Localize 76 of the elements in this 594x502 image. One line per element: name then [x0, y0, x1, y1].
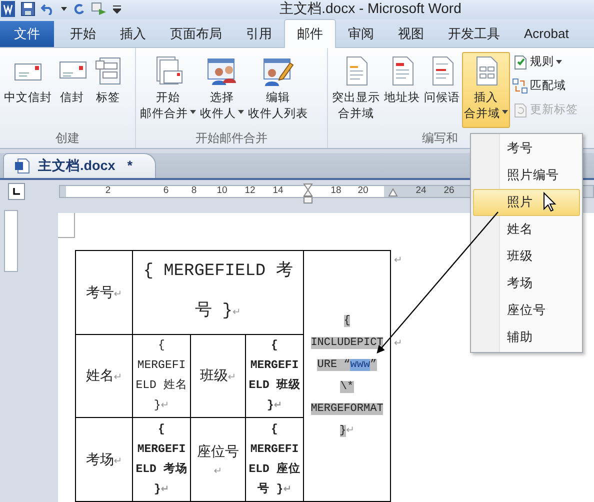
indent-marker-icon[interactable] — [388, 187, 398, 198]
refresh-icon — [512, 102, 528, 118]
ribbon-tab[interactable]: 开发工具 — [436, 20, 512, 47]
ribbon-button[interactable]: 编辑 收件人列表 — [246, 52, 310, 128]
menu-item[interactable]: 照片 — [473, 189, 580, 216]
ribbon-button[interactable]: 规则 — [512, 52, 578, 72]
tab-stop-icon — [13, 188, 20, 196]
ribbon-button[interactable]: 插入 合并域 — [462, 52, 510, 128]
table-cell: { MERGEFIELD 考场 }↵ — [133, 418, 191, 502]
ribbon-button[interactable]: 选择 收件人 — [198, 52, 246, 128]
app-icon[interactable] — [1, 1, 15, 18]
table-cell: 班级↵ — [191, 335, 246, 418]
ribbon-button[interactable]: 信封 — [54, 52, 90, 128]
ribbon-button[interactable]: 突出显示 合并域 — [330, 52, 382, 128]
table-cell: { MERGEFIELD 班级 }↵ — [246, 335, 304, 418]
menu-item[interactable]: 辅助 — [473, 324, 580, 351]
menu-item[interactable]: 座位号 — [473, 297, 580, 324]
ribbon-button[interactable]: 问候语 — [422, 52, 462, 128]
menu-item[interactable]: 考号 — [473, 135, 580, 162]
customize-icon[interactable] — [113, 4, 121, 14]
ribbon-tab[interactable]: 文件 — [0, 20, 54, 47]
ribbon-tab[interactable]: 插入 — [108, 20, 158, 47]
indent-marker-icon[interactable] — [303, 183, 313, 206]
table-cell: 考场↵ — [76, 418, 133, 502]
document-tab[interactable]: 主文档.docx * — [3, 152, 156, 178]
undo-icon[interactable] — [41, 3, 55, 16]
ribbon-tab[interactable]: 引用 — [234, 20, 284, 47]
ribbon-button[interactable]: 匹配域 — [512, 76, 578, 96]
table-cell: 座位号 ↵ — [191, 418, 246, 502]
ruler-number: 8 — [191, 185, 197, 196]
table-cell: { MERGEFIELD 姓名 }↵ — [133, 335, 191, 418]
ruler-number: 18 — [330, 185, 342, 196]
tab-stop-button[interactable] — [8, 183, 25, 200]
ribbon-tab[interactable]: Acrobat — [512, 20, 581, 47]
margin-mark — [58, 213, 75, 238]
caret-icon[interactable] — [61, 7, 67, 12]
ribbon-button[interactable]: 标签 — [90, 52, 126, 128]
group-label: 开始邮件合并 — [194, 130, 268, 147]
rules-icon — [512, 54, 528, 70]
ruler-number: 26 — [444, 185, 454, 196]
ribbon-tab[interactable]: 开始 — [58, 20, 108, 47]
ruler-number: 12 — [244, 185, 256, 196]
menu-item[interactable]: 考场 — [473, 270, 580, 297]
ruler-number: 24 — [416, 185, 426, 196]
ribbon-tab[interactable]: 页面布局 — [158, 20, 234, 47]
menu-item[interactable]: 照片编号 — [473, 162, 580, 189]
ribbon-tab[interactable]: 邮件 — [284, 18, 336, 48]
paragraph-mark: ↵ — [394, 255, 402, 266]
paragraph-mark: ↵ — [394, 338, 402, 349]
table-cell: 考号↵ — [76, 251, 133, 335]
redo-icon[interactable] — [73, 3, 85, 16]
ribbon-button[interactable]: 中文信封 — [2, 52, 54, 128]
save-icon[interactable] — [21, 2, 35, 16]
table-cell: { MERGEFIELD 考号 }↵ — [133, 251, 304, 335]
menu-item[interactable]: 姓名 — [473, 216, 580, 243]
ruler-number: 10 — [216, 185, 228, 196]
ribbon-button[interactable]: 开始 邮件合并 — [138, 52, 198, 128]
table-cell: { INCLUDEPICTURE “www” \* MERGEFORMAT }↵ — [304, 251, 391, 502]
ruler-number: 6 — [163, 185, 169, 196]
table-cell: 姓名↵ — [76, 335, 133, 418]
window-title: 主文档.docx - Microsoft Word — [278, 0, 462, 18]
group-label: 编写和 — [422, 130, 458, 147]
ruler-number: 20 — [358, 185, 368, 196]
ribbon-button[interactable]: 地址块 — [382, 52, 422, 128]
ribbon-tab[interactable]: 视图 — [386, 20, 436, 47]
document-icon — [14, 158, 30, 174]
menu-item[interactable]: 班级 — [473, 243, 580, 270]
cursor-icon — [544, 192, 556, 212]
match-icon — [512, 78, 528, 94]
ribbon-tab[interactable]: 审阅 — [336, 20, 386, 47]
ruler-number: 2 — [105, 185, 111, 196]
table-cell: { MERGEFIELD 座位号 }↵ — [246, 418, 304, 502]
group-label: 创建 — [54, 130, 80, 147]
ruler-number: 14 — [272, 185, 284, 196]
vertical-ruler — [4, 210, 18, 272]
quick-access-icon[interactable] — [91, 2, 107, 16]
